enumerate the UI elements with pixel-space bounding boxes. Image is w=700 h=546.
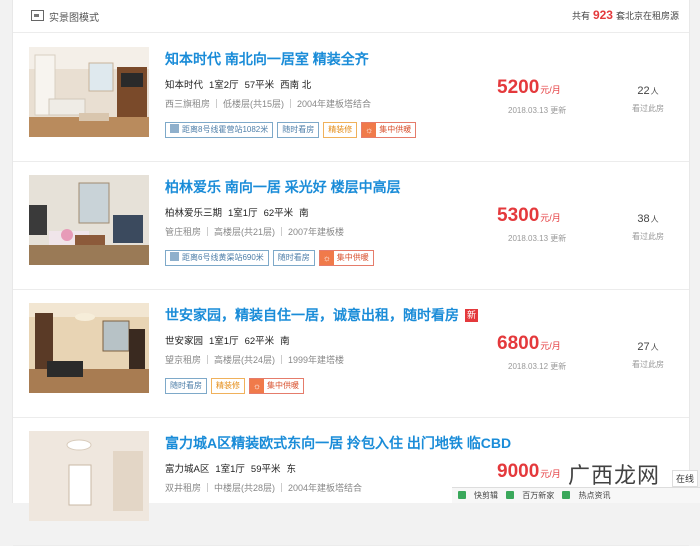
- update-date: 2018.03.13 更新: [508, 234, 567, 243]
- listing-title[interactable]: 世安家园，精装自住一居，诚意出租，随时看房: [165, 307, 459, 323]
- rent-area-link[interactable]: 望京租房: [165, 355, 201, 365]
- room-orientation: 西南 北: [280, 80, 312, 91]
- room-orientation: 南: [299, 208, 309, 219]
- metro-tag: 距离8号线霍营站1082米: [165, 122, 274, 138]
- listing-title-row: 知本时代 南北向一居室 精装全齐: [165, 49, 369, 69]
- community-name[interactable]: 富力城A区: [165, 464, 209, 475]
- floor-info: 高楼层(共24层): [214, 355, 276, 365]
- metro-tag: 距离6号线黄渠站690米: [165, 250, 269, 266]
- listing-tags: 距离8号线霍营站1082米 随时看房 精装修 ☼ 集中供暖: [165, 119, 420, 138]
- sun-icon: ☼: [319, 251, 334, 265]
- listing-item[interactable]: 知本时代 南北向一居室 精装全齐 知本时代 1室2厅 57平米 西南 北 西三旗租房 低…: [13, 33, 689, 162]
- rent-area-link[interactable]: 西三旗租房: [165, 99, 210, 109]
- room-orientation: 南: [280, 336, 290, 347]
- build-info: 2004年建板塔结合: [297, 99, 372, 109]
- listing-title[interactable]: 知本时代 南北向一居室 精装全齐: [165, 51, 369, 67]
- listing-item[interactable]: 世安家园，精装自住一居，诚意出租，随时看房新 世安家园 1室1厅 62平米南 望京租…: [13, 289, 689, 418]
- rent-area-link[interactable]: 双井租房: [165, 483, 201, 493]
- viewing-tag: 随时看房: [272, 250, 315, 266]
- listing-price: 5300元/月: [497, 205, 561, 226]
- build-info: 2004年建板塔结合: [288, 483, 363, 493]
- listing-meta: 双井租房 中楼层(共28层) 2004年建板塔结合: [165, 481, 362, 494]
- listing-title[interactable]: 富力城A区精装欧式东向一居 拎包入住 出门地铁 临CBD: [165, 435, 511, 451]
- listing-title-row: 世安家园，精装自住一居，诚意出租，随时看房新: [165, 305, 478, 325]
- listing-tags: 随时看房 精装修 ☼ 集中供暖: [165, 375, 308, 394]
- listing-price: 9000元/月: [497, 461, 561, 482]
- taskbar-item[interactable]: 热点资讯: [562, 488, 610, 503]
- listing-title[interactable]: 柏林爱乐 南向一居 采光好 楼层中高层: [165, 179, 401, 195]
- app-icon: [458, 491, 466, 499]
- listing-price: 6800元/月: [497, 333, 561, 354]
- community-name[interactable]: 柏林爱乐三期: [165, 208, 222, 219]
- site-watermark: 广西龙网: [568, 464, 661, 489]
- floor-info: 低楼层(共15层): [223, 99, 285, 109]
- view-count: 38人 看过此房: [632, 213, 664, 241]
- rent-area-link[interactable]: 管庄租房: [165, 227, 201, 237]
- view-count: 27人 看过此房: [632, 341, 664, 369]
- listing-spec: 柏林爱乐三期 1室1厅 62平米南: [165, 205, 315, 219]
- listing-spec: 世安家园 1室1厅 62平米南: [165, 333, 296, 347]
- listing-meta: 西三旗租房 低楼层(共15层) 2004年建板塔结合: [165, 97, 371, 110]
- room-area: 62平米: [263, 208, 294, 219]
- sun-icon: ☼: [250, 379, 264, 393]
- update-date: 2018.03.13 更新: [508, 106, 567, 115]
- app-icon: [562, 491, 571, 499]
- room-area: 59平米: [250, 464, 281, 475]
- taskbar-item[interactable]: 快剪辑: [458, 488, 498, 503]
- room-layout: 1室2厅: [209, 80, 239, 91]
- viewing-tag: 随时看房: [277, 122, 320, 138]
- decoration-tag: 精装修: [211, 378, 245, 394]
- taskbar: 快剪辑 百万新家 热点资讯: [452, 487, 700, 503]
- room-layout: 1室1厅: [228, 208, 258, 219]
- room-layout: 1室1厅: [215, 464, 245, 475]
- listing-spec: 知本时代 1室2厅 57平米 西南 北: [165, 77, 317, 91]
- room-area: 62平米: [244, 336, 275, 347]
- community-name[interactable]: 世安家园: [165, 336, 203, 347]
- app-icon: [506, 491, 515, 499]
- total-count-number: 923: [592, 8, 613, 22]
- listing-page: 实景图模式 共有 923 套北京在租房源 知本时代 南北向一居室 精装全齐 知本时代…: [12, 0, 690, 546]
- build-info: 2007年建板楼: [288, 227, 345, 237]
- viewing-tag: 随时看房: [165, 378, 207, 394]
- taskbar-item[interactable]: 百万新家: [506, 488, 554, 503]
- update-date: 2018.03.12 更新: [508, 362, 567, 371]
- metro-icon: [170, 124, 179, 133]
- listing-meta: 管庄租房 高楼层(共21层) 2007年建板楼: [165, 225, 344, 238]
- heating-tag: ☼ 集中供暖: [361, 122, 417, 138]
- listing-tags: 距离6号线黄渠站690米 随时看房 ☼ 集中供暖: [165, 247, 378, 266]
- listing-meta: 望京租房 高楼层(共24层) 1999年建塔楼: [165, 353, 344, 366]
- floor-info: 中楼层(共28层): [214, 483, 276, 493]
- listing-photo[interactable]: [29, 47, 149, 137]
- build-info: 1999年建塔楼: [288, 355, 345, 365]
- listing-item[interactable]: 柏林爱乐 南向一居 采光好 楼层中高层 柏林爱乐三期 1室1厅 62平米南 管庄租房…: [13, 161, 689, 290]
- listing-photo[interactable]: [29, 431, 149, 521]
- listing-photo[interactable]: [29, 175, 149, 265]
- view-count: 22人 看过此房: [632, 85, 664, 113]
- picture-mode-icon[interactable]: [31, 10, 44, 21]
- new-badge: 新: [465, 309, 478, 322]
- room-layout: 1室1厅: [209, 336, 239, 347]
- picture-mode-label[interactable]: 实景图模式: [49, 9, 99, 24]
- community-name[interactable]: 知本时代: [165, 80, 203, 91]
- metro-icon: [170, 252, 179, 261]
- room-area: 57平米: [244, 80, 275, 91]
- total-count-text: 共有 923 套北京在租房源: [571, 8, 679, 22]
- heating-tag: ☼ 集中供暖: [249, 378, 304, 394]
- listing-photo[interactable]: [29, 303, 149, 393]
- decoration-tag: 精装修: [323, 122, 358, 138]
- sun-icon: ☼: [362, 123, 377, 137]
- listing-title-row: 富力城A区精装欧式东向一居 拎包入住 出门地铁 临CBD: [165, 433, 511, 453]
- list-header: 实景图模式 共有 923 套北京在租房源: [13, 0, 689, 33]
- listing-price: 5200元/月: [497, 77, 561, 98]
- side-online-button[interactable]: 在线: [671, 470, 698, 487]
- listing-spec: 富力城A区 1室1厅 59平米东: [165, 461, 302, 475]
- listing-title-row: 柏林爱乐 南向一居 采光好 楼层中高层: [165, 177, 401, 197]
- room-orientation: 东: [286, 464, 297, 475]
- floor-info: 高楼层(共21层): [214, 227, 276, 237]
- heating-tag: ☼ 集中供暖: [318, 250, 374, 266]
